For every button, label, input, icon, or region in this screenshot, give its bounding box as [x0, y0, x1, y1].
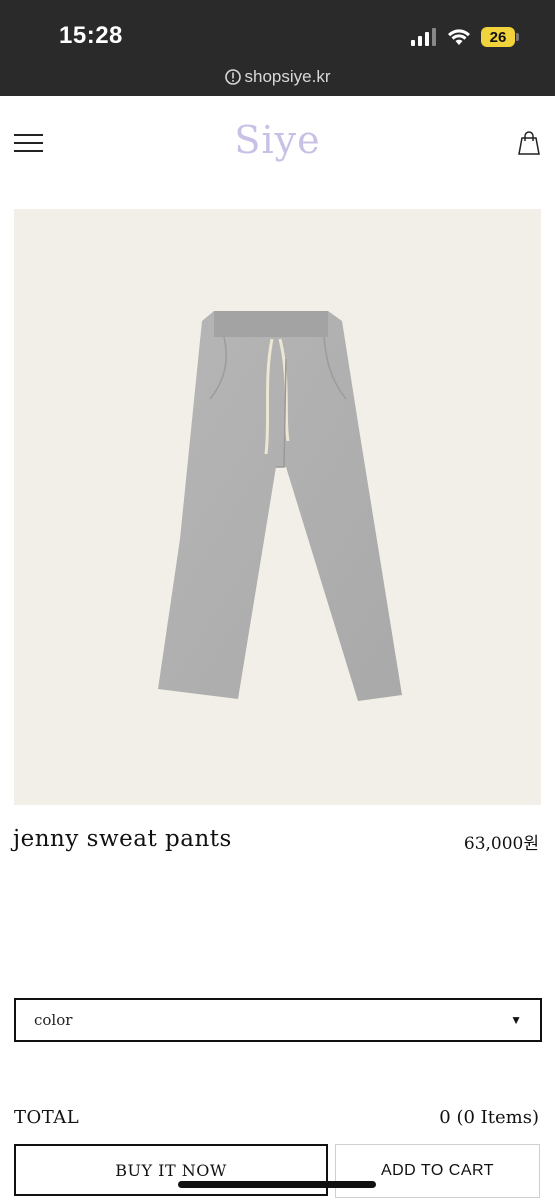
cart-button[interactable]: [517, 130, 541, 156]
caret-down-icon: ▼: [510, 1013, 522, 1027]
info-icon: [224, 69, 241, 85]
product-price: 63,000원: [463, 834, 539, 854]
status-time: 15:28: [59, 22, 123, 49]
product-name: jenny sweat pants: [13, 826, 232, 852]
color-select[interactable]: color ▼: [14, 998, 542, 1042]
wifi-icon: [448, 29, 470, 45]
shopping-bag-icon: [518, 131, 540, 155]
color-select-label: color: [34, 1011, 73, 1029]
battery-icon: 26: [481, 27, 519, 47]
sweat-pants-image: [158, 311, 402, 701]
site-logo[interactable]: Siye: [0, 118, 555, 162]
add-to-cart-button[interactable]: ADD TO CART: [335, 1144, 540, 1198]
status-icons: 26: [411, 26, 519, 48]
status-bar: 15:28 26 shopsiye.kr: [0, 0, 555, 96]
signal-icon: [411, 28, 436, 46]
buy-now-button[interactable]: BUY IT NOW: [14, 1144, 328, 1196]
total-value: 0 (0 Items): [439, 1107, 539, 1128]
url-text: shopsiye.kr: [244, 67, 331, 86]
total-label: TOTAL: [14, 1107, 80, 1128]
site-header: Siye: [0, 96, 555, 206]
product-image[interactable]: [14, 209, 541, 805]
address-bar[interactable]: shopsiye.kr: [0, 67, 555, 87]
home-indicator[interactable]: [178, 1181, 376, 1188]
